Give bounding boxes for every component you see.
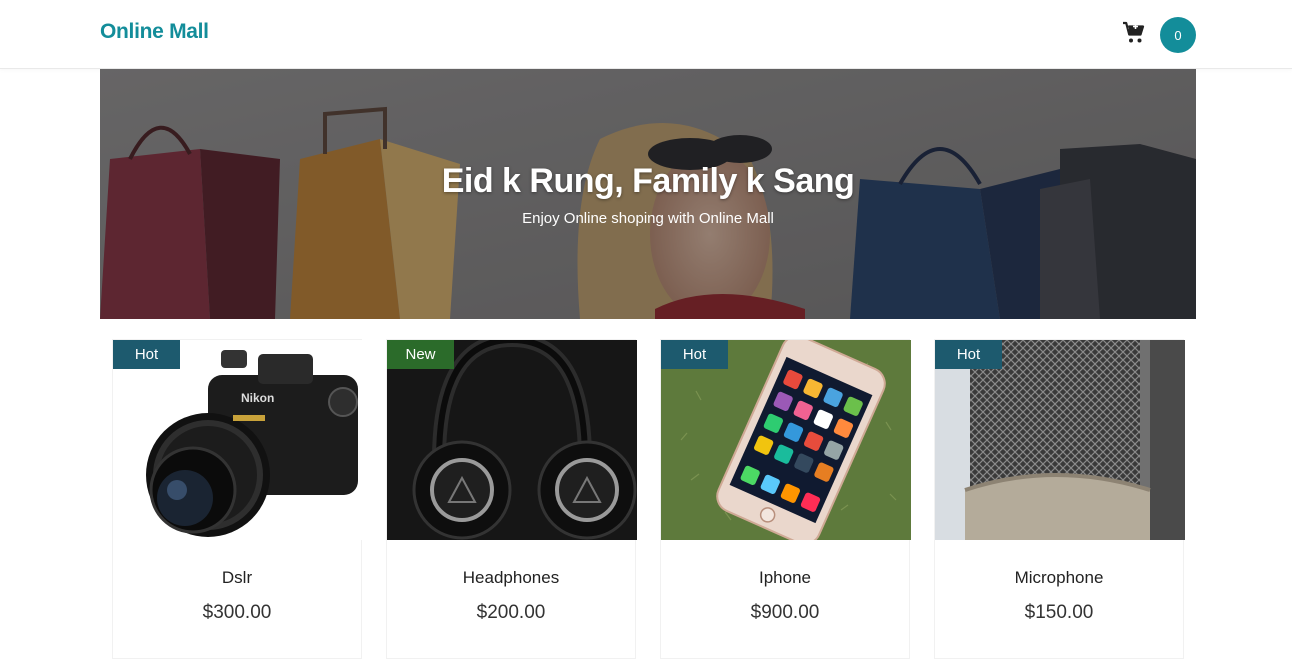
navbar: Online Mall 0 bbox=[0, 0, 1292, 69]
product-image-headphones[interactable] bbox=[387, 340, 637, 540]
hero-subtitle: Enjoy Online shoping with Online Mall bbox=[522, 210, 774, 227]
product-price: $150.00 bbox=[1024, 602, 1094, 623]
product-name[interactable]: Microphone bbox=[935, 568, 1183, 588]
product-image-microphone[interactable] bbox=[935, 340, 1185, 540]
hero-banner: Eid k Rung, Family k Sang Enjoy Online s… bbox=[100, 69, 1196, 319]
product-card-microphone[interactable]: Hot Microphone $150.00 bbox=[934, 339, 1185, 659]
badge-hot: Hot bbox=[113, 340, 180, 369]
product-card-iphone[interactable]: Hot Iphone $900.00 bbox=[660, 339, 911, 659]
badge-hot: Hot bbox=[661, 340, 728, 369]
brand-logo[interactable]: Online Mall bbox=[100, 20, 209, 44]
product-card-dslr[interactable]: Nikon Hot Dslr $300.00 bbox=[112, 339, 363, 659]
svg-text:Nikon: Nikon bbox=[241, 391, 274, 405]
badge-new: New bbox=[387, 340, 454, 369]
badge-hot: Hot bbox=[935, 340, 1002, 369]
product-name[interactable]: Dslr bbox=[113, 568, 361, 588]
product-price: $300.00 bbox=[202, 602, 272, 623]
product-image-dslr[interactable]: Nikon bbox=[113, 340, 363, 540]
hero-title: Eid k Rung, Family k Sang bbox=[441, 162, 855, 200]
product-card-headphones[interactable]: New Headphones $200.00 bbox=[386, 339, 637, 659]
product-grid: Nikon Hot Dslr $300.00 New Headphones $2… bbox=[112, 339, 1185, 659]
product-price: $900.00 bbox=[750, 602, 820, 623]
product-price: $200.00 bbox=[476, 602, 546, 623]
cart-count-badge[interactable]: 0 bbox=[1160, 17, 1196, 53]
product-name[interactable]: Iphone bbox=[661, 568, 909, 588]
product-image-iphone[interactable] bbox=[661, 340, 911, 540]
shopping-cart-icon[interactable] bbox=[1122, 21, 1146, 45]
product-name[interactable]: Headphones bbox=[387, 568, 635, 588]
